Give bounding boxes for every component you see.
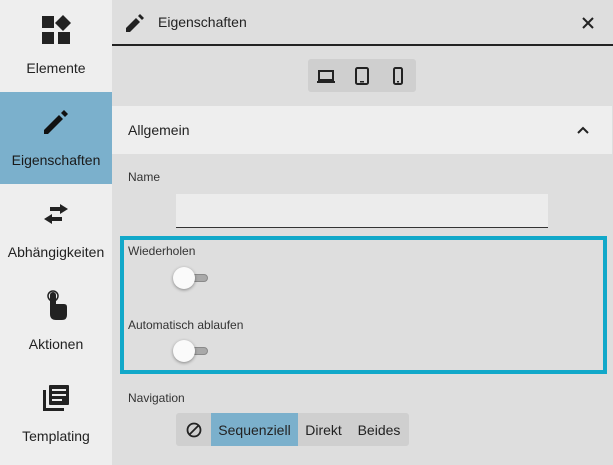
library-books-icon	[40, 382, 72, 414]
sidebar-item-label: Eigenschaften	[11, 152, 101, 168]
shapes-icon	[40, 14, 72, 46]
autoplay-toggle[interactable]	[173, 340, 211, 362]
sidebar-item-aktionen[interactable]: Aktionen	[0, 276, 112, 368]
laptop-icon[interactable]	[308, 59, 344, 92]
block-icon	[186, 422, 201, 437]
pencil-icon	[124, 12, 146, 34]
swap-arrows-icon	[40, 198, 72, 230]
sidebar: Elemente Eigenschaften Abhängigkeiten Ak…	[0, 0, 112, 465]
touch-hand-icon	[40, 290, 72, 322]
sidebar-item-label: Templating	[22, 428, 90, 444]
navigation-option-direkt[interactable]: Direkt	[298, 413, 349, 446]
navigation-option-sequenziell[interactable]: Sequenziell	[211, 413, 298, 446]
phone-icon[interactable]	[380, 59, 416, 92]
tablet-icon[interactable]	[344, 59, 380, 92]
sidebar-item-elemente[interactable]: Elemente	[0, 0, 112, 92]
navigation-none-button[interactable]	[176, 413, 211, 446]
sidebar-item-label: Aktionen	[28, 336, 84, 352]
sidebar-item-label: Abhängigkeiten	[7, 244, 105, 260]
navigation-segmented-control: Sequenziell Direkt Beides	[176, 413, 409, 446]
repeat-label: Wiederholen	[128, 244, 196, 258]
sidebar-item-label: Elemente	[26, 60, 86, 76]
name-label: Name	[128, 170, 161, 184]
toggle-knob	[173, 267, 195, 289]
navigation-option-beides[interactable]: Beides	[349, 413, 409, 446]
navigation-label: Navigation	[128, 391, 185, 405]
name-field[interactable]	[176, 194, 548, 228]
pencil-icon	[40, 106, 72, 138]
chevron-up-icon[interactable]	[576, 123, 590, 137]
sidebar-item-eigenschaften[interactable]: Eigenschaften	[0, 92, 112, 184]
panel-title: Eigenschaften	[158, 14, 247, 30]
toggle-knob	[173, 340, 195, 362]
section-header-allgemein[interactable]: Allgemein	[112, 106, 612, 154]
section-title: Allgemein	[128, 122, 190, 138]
close-icon[interactable]	[578, 13, 598, 33]
autoplay-label: Automatisch ablaufen	[128, 318, 244, 332]
repeat-toggle[interactable]	[173, 267, 211, 289]
sidebar-item-abhaengigkeiten[interactable]: Abhängigkeiten	[0, 184, 112, 276]
device-toggle-group	[308, 59, 416, 92]
properties-panel: Eigenschaften Allgemein Name Wiederholen…	[112, 0, 613, 465]
sidebar-item-templating[interactable]: Templating	[0, 368, 112, 460]
panel-header: Eigenschaften	[112, 0, 613, 46]
